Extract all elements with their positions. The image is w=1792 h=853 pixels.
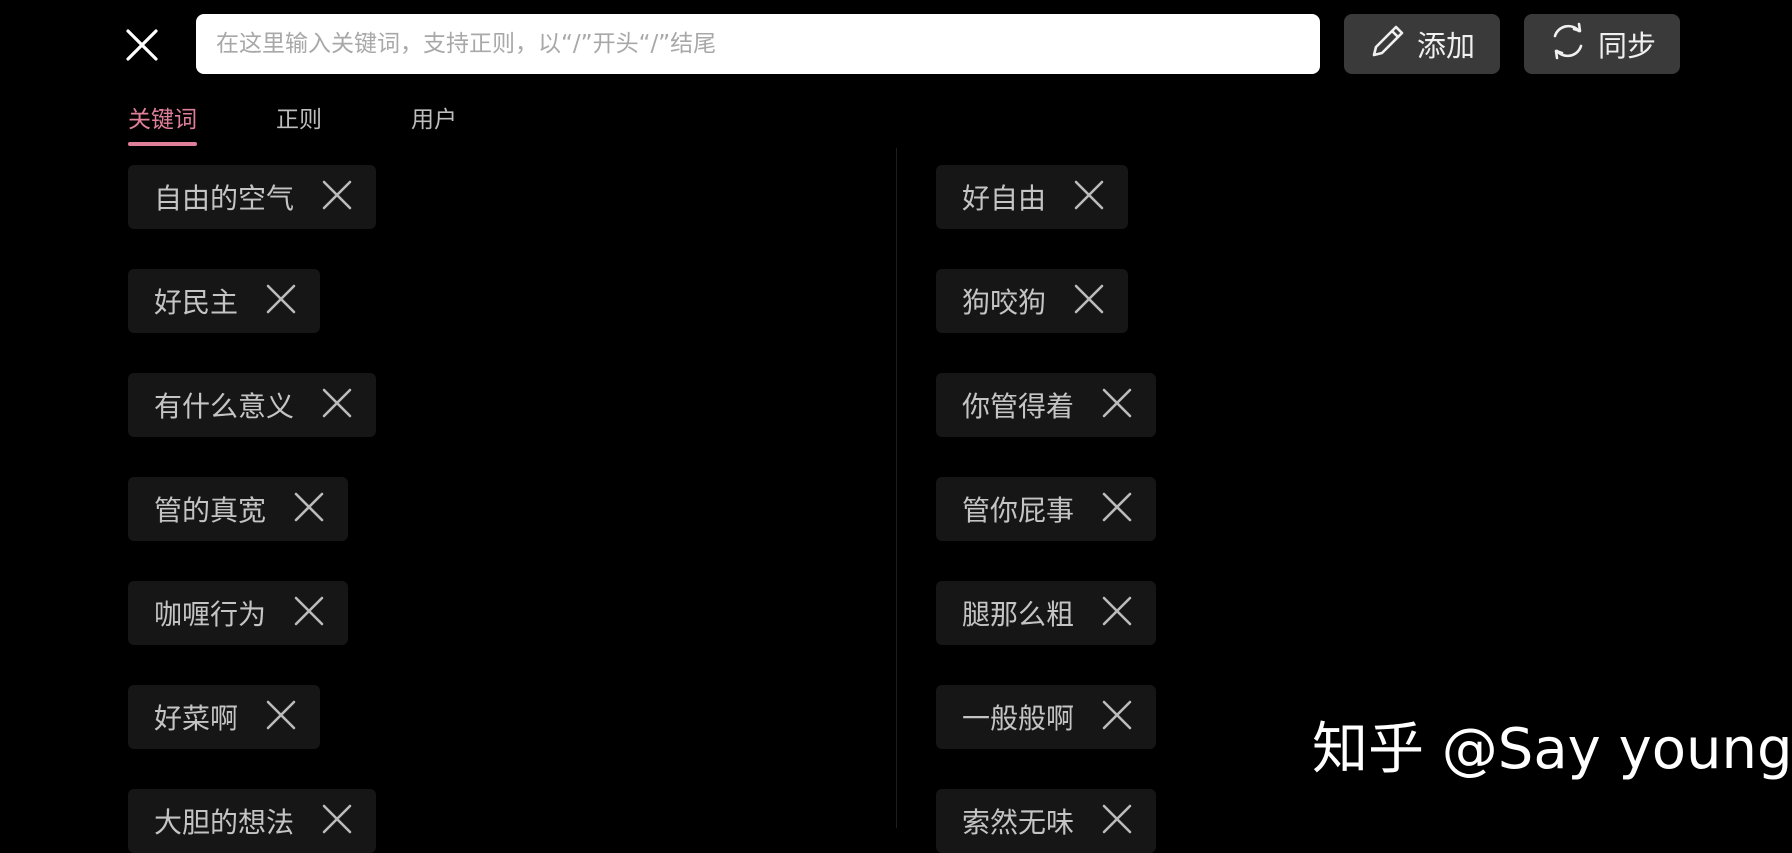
remove-keyword-button[interactable] xyxy=(1072,180,1106,214)
keyword-chip: 索然无味 xyxy=(936,789,1157,853)
remove-keyword-button[interactable] xyxy=(1100,804,1134,838)
x-icon xyxy=(1101,491,1133,527)
sync-button[interactable]: 同步 xyxy=(1524,14,1680,74)
keyword-chip-label: 你管得着 xyxy=(962,390,1075,423)
add-button-label: 添加 xyxy=(1416,29,1475,63)
remove-keyword-button[interactable] xyxy=(264,284,298,318)
x-icon xyxy=(1101,595,1133,631)
keyword-chip-label: 腿那么粗 xyxy=(962,598,1075,631)
keyword-chip: 好民主 xyxy=(128,269,321,333)
keyword-chip-label: 有什么意义 xyxy=(154,390,295,423)
sync-icon xyxy=(1548,21,1588,68)
keyword-chip-label: 一般般啊 xyxy=(962,702,1075,735)
keyword-chip: 你管得着 xyxy=(936,373,1157,437)
remove-keyword-button[interactable] xyxy=(1100,492,1134,526)
keyword-chip: 管你屁事 xyxy=(936,477,1157,541)
remove-keyword-button[interactable] xyxy=(264,700,298,734)
remove-keyword-button[interactable] xyxy=(292,596,326,630)
keyword-chip: 自由的空气 xyxy=(128,165,377,229)
tab-users[interactable]: 用户 xyxy=(411,100,457,148)
keyword-chip-label: 好民主 xyxy=(154,286,239,319)
keyword-chip: 咖喱行为 xyxy=(128,581,349,645)
keyword-chip: 好菜啊 xyxy=(128,685,321,749)
keyword-search-input[interactable] xyxy=(196,14,1320,74)
remove-keyword-button[interactable] xyxy=(292,492,326,526)
add-button[interactable]: 添加 xyxy=(1344,14,1500,74)
keyword-chip-label: 咖喱行为 xyxy=(154,598,267,631)
x-icon xyxy=(1101,387,1133,423)
x-icon xyxy=(265,283,297,319)
x-icon xyxy=(293,595,325,631)
keyword-chip-label: 大胆的想法 xyxy=(154,806,295,839)
keyword-chip-label: 管的真宽 xyxy=(154,494,267,527)
x-icon xyxy=(321,179,353,215)
keyword-chip-label: 管你屁事 xyxy=(962,494,1075,527)
remove-keyword-button[interactable] xyxy=(1072,284,1106,318)
keyword-chip: 好自由 xyxy=(936,165,1129,229)
x-icon xyxy=(1073,179,1105,215)
keyword-chip-label: 好菜啊 xyxy=(154,702,239,735)
tab-keywords[interactable]: 关键词 xyxy=(128,100,197,148)
remove-keyword-button[interactable] xyxy=(320,388,354,422)
keyword-chip: 管的真宽 xyxy=(128,477,349,541)
remove-keyword-button[interactable] xyxy=(320,180,354,214)
tab-regex[interactable]: 正则 xyxy=(276,100,322,148)
x-icon xyxy=(1101,699,1133,735)
column-divider xyxy=(896,148,897,828)
keyword-chip: 大胆的想法 xyxy=(128,789,377,853)
sync-button-label: 同步 xyxy=(1597,29,1656,63)
remove-keyword-button[interactable] xyxy=(1100,700,1134,734)
remove-keyword-button[interactable] xyxy=(320,804,354,838)
x-icon xyxy=(1101,803,1133,839)
x-icon xyxy=(1073,283,1105,319)
keyword-chip: 有什么意义 xyxy=(128,373,377,437)
keyword-chip-label: 索然无味 xyxy=(962,806,1075,839)
close-button[interactable] xyxy=(118,23,166,71)
keyword-chip: 一般般啊 xyxy=(936,685,1157,749)
keyword-chip: 狗咬狗 xyxy=(936,269,1129,333)
keyword-chip-label: 自由的空气 xyxy=(154,182,295,215)
keyword-chip-label: 狗咬狗 xyxy=(962,286,1047,319)
watermark: 知乎 @Say young xyxy=(1312,717,1792,782)
keyword-chip-label: 好自由 xyxy=(962,182,1047,215)
x-icon xyxy=(321,387,353,423)
close-icon xyxy=(125,28,159,66)
remove-keyword-button[interactable] xyxy=(1100,596,1134,630)
keyword-chip: 腿那么粗 xyxy=(936,581,1157,645)
x-icon xyxy=(321,803,353,839)
x-icon xyxy=(293,491,325,527)
remove-keyword-button[interactable] xyxy=(1100,388,1134,422)
pencil-icon xyxy=(1369,22,1407,67)
x-icon xyxy=(265,699,297,735)
